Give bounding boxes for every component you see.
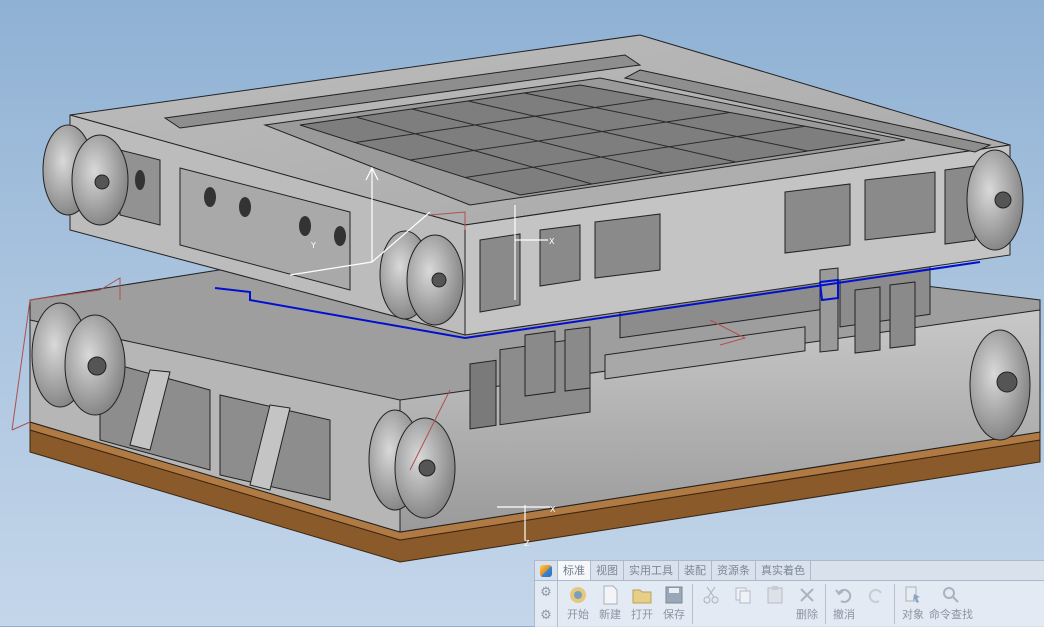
csys-z-label: Z — [524, 539, 530, 548]
command-finder-button[interactable]: 命令查找 — [929, 581, 973, 627]
start-label: 开始 — [567, 608, 589, 621]
csys-x-label-2: X — [550, 505, 556, 514]
delete-button[interactable]: 删除 — [791, 581, 823, 627]
gear-icon-2[interactable]: ⚙ — [540, 608, 552, 623]
graphics-viewport[interactable]: X Y Z X — [0, 0, 1044, 626]
save-label: 保存 — [663, 608, 685, 621]
delete-icon — [800, 588, 814, 602]
copy-button[interactable] — [727, 581, 759, 627]
object-button[interactable]: 对象 — [897, 581, 929, 627]
open-folder-icon — [632, 589, 652, 604]
settings-column: ⚙ ⚙ — [535, 581, 558, 627]
redo-button[interactable] — [860, 581, 892, 627]
ribbon-tab-bar: 标准 视图 实用工具 装配 资源条 真实着色 — [535, 561, 1044, 581]
new-file-icon — [603, 585, 618, 605]
start-button[interactable]: 开始 — [562, 581, 594, 627]
divider-3 — [894, 584, 895, 624]
save-icon — [665, 586, 683, 604]
divider — [692, 584, 693, 624]
cut-button[interactable] — [695, 581, 727, 627]
tab-true-shading[interactable]: 真实着色 — [756, 561, 811, 580]
ribbon-body: ⚙ ⚙ 开始 新建 打开 保存 删除 撤消 对象 命令查找 — [535, 581, 1044, 627]
app-menu-button[interactable] — [535, 561, 558, 580]
tool-group: 开始 新建 打开 保存 删除 撤消 对象 命令查找 — [558, 581, 973, 627]
undo-button[interactable]: 撤消 — [828, 581, 860, 627]
save-button[interactable]: 保存 — [658, 581, 690, 627]
gear-icon[interactable]: ⚙ — [540, 585, 552, 600]
delete-label: 删除 — [796, 608, 818, 621]
csys-x-label: X — [549, 237, 555, 246]
ribbon-toolbar: 标准 视图 实用工具 装配 资源条 真实着色 ⚙ ⚙ 开始 新建 打开 保存 删… — [534, 560, 1044, 627]
start-icon — [570, 587, 586, 603]
cut-icon — [703, 586, 719, 604]
paste-button[interactable] — [759, 581, 791, 627]
new-label: 新建 — [599, 608, 621, 621]
undo-label: 撤消 — [833, 608, 855, 621]
tab-resource-bar[interactable]: 资源条 — [712, 561, 756, 580]
csys-y-label: Y — [310, 241, 316, 250]
tab-view[interactable]: 视图 — [591, 561, 624, 580]
app-menu-icon — [540, 564, 552, 577]
object-label: 对象 — [902, 608, 924, 621]
copy-icon — [735, 587, 751, 604]
new-button[interactable]: 新建 — [594, 581, 626, 627]
mold-model[interactable]: X Y Z X — [0, 0, 1044, 626]
tab-utilities[interactable]: 实用工具 — [624, 561, 679, 580]
redo-icon — [868, 588, 882, 603]
open-button[interactable]: 打开 — [626, 581, 658, 627]
undo-icon — [835, 588, 852, 603]
tab-standard[interactable]: 标准 — [558, 561, 591, 580]
divider-2 — [825, 584, 826, 624]
open-label: 打开 — [631, 608, 653, 621]
paste-icon — [767, 586, 783, 604]
tab-assembly[interactable]: 装配 — [679, 561, 712, 580]
command-finder-icon — [943, 587, 959, 603]
object-icon — [905, 586, 920, 603]
command-finder-label: 命令查找 — [929, 608, 973, 621]
